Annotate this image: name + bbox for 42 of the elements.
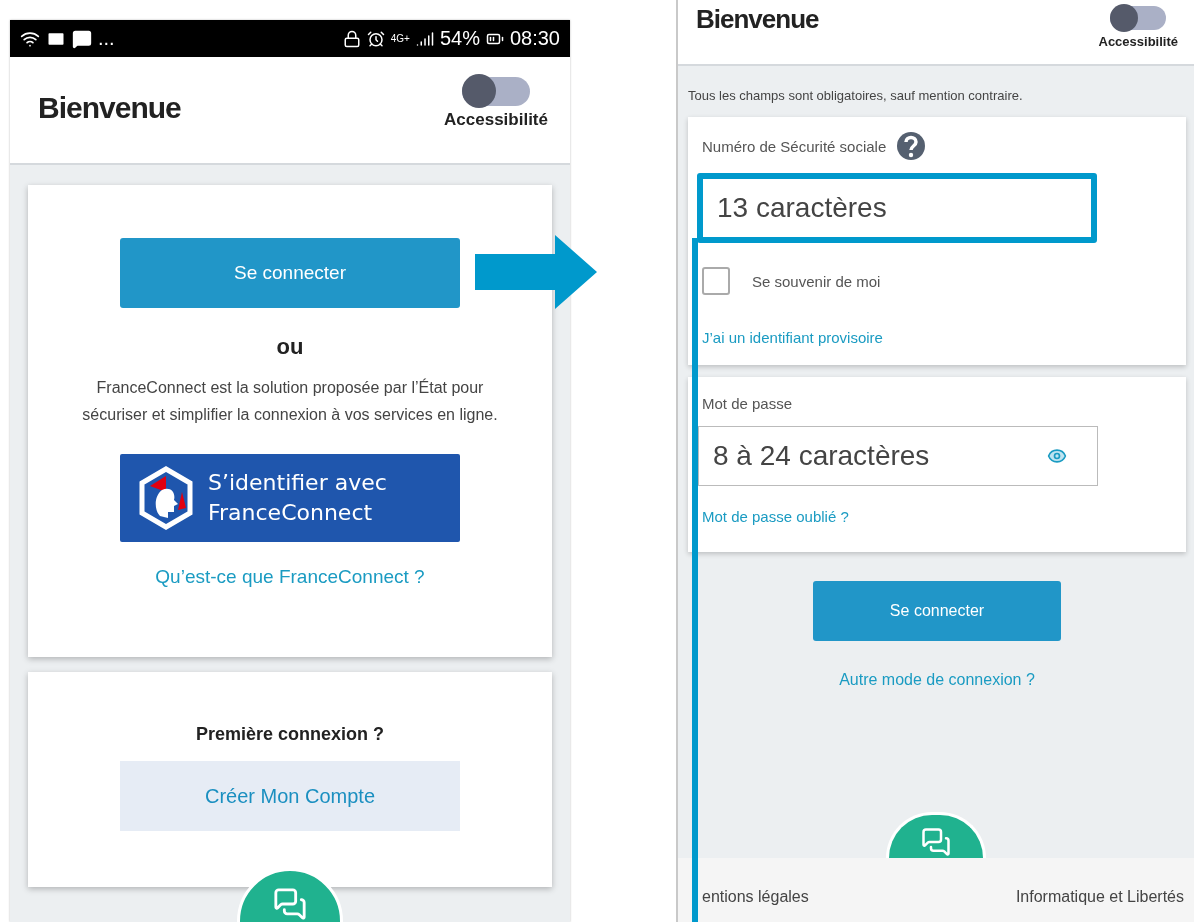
field-label: Numéro de Sécurité sociale — [702, 137, 887, 155]
checkbox-label: Se souvenir de moi — [752, 272, 881, 290]
other-login-method-link[interactable]: Autre mode de connexion ? — [839, 671, 1035, 689]
franceconnect-button[interactable]: S’identifier avec FranceConnect — [120, 454, 460, 542]
temporary-id-link[interactable]: J’ai un identifiant provisoire — [702, 329, 883, 346]
forgot-password-link[interactable]: Mot de passe oublié ? — [702, 508, 849, 525]
message-icon — [72, 28, 92, 49]
right-arrow-icon — [475, 235, 599, 309]
alarm-icon — [366, 29, 385, 48]
separator-text: ou — [276, 334, 304, 360]
hexagon-logo-icon — [138, 466, 194, 530]
page-title: Bienvenue — [38, 91, 181, 126]
chat-bubbles-icon — [273, 887, 307, 921]
toggle-label: Accessibilité — [444, 109, 548, 130]
accessibility-toggle[interactable] — [1110, 6, 1167, 30]
chat-bubbles-icon — [921, 827, 951, 857]
login-button[interactable]: Se connecter — [813, 581, 1061, 641]
remember-me-checkbox[interactable] — [702, 267, 730, 295]
description-text: FranceConnect est la solution proposée par l’État pour sécuriser et simplifier la connexion à vos services en ligne. — [81, 377, 499, 425]
password-field[interactable]: 8 à 24 caractères — [698, 426, 1098, 486]
franceconnect-info-link[interactable]: Qu’est-ce que FranceConnect ? — [155, 566, 425, 588]
field-placeholder: 13 caractères — [717, 192, 887, 224]
lock-icon — [342, 29, 361, 48]
create-account-button[interactable]: Créer Mon Compte — [120, 761, 460, 831]
toggle-label: Accessibilité — [1098, 33, 1178, 49]
card-title: Première connexion ? — [195, 724, 385, 745]
more-notifications: ... — [98, 27, 115, 50]
page-title: Bienvenue — [696, 4, 819, 36]
signal-icon — [415, 29, 434, 48]
login-button[interactable]: Se connecter — [120, 238, 460, 308]
required-fields-notice: Tous les champs sont obligatoires, sauf mention contraire. — [688, 88, 1024, 103]
help-icon[interactable] — [896, 131, 927, 161]
eye-icon[interactable] — [1047, 446, 1067, 466]
privacy-link[interactable]: Informatique et Libertés — [1015, 888, 1184, 906]
field-placeholder: 8 à 24 caractères — [713, 440, 930, 472]
social-security-number-field[interactable]: 13 caractères — [697, 173, 1097, 243]
field-label: Mot de passe — [702, 395, 793, 412]
network-type: 4G+ — [390, 33, 410, 44]
battery-level: 54% — [439, 27, 480, 50]
legal-notice-link[interactable]: entions légales — [702, 888, 809, 906]
clock-time: 08:30 — [509, 27, 560, 50]
accessibility-toggle[interactable] — [462, 77, 530, 106]
